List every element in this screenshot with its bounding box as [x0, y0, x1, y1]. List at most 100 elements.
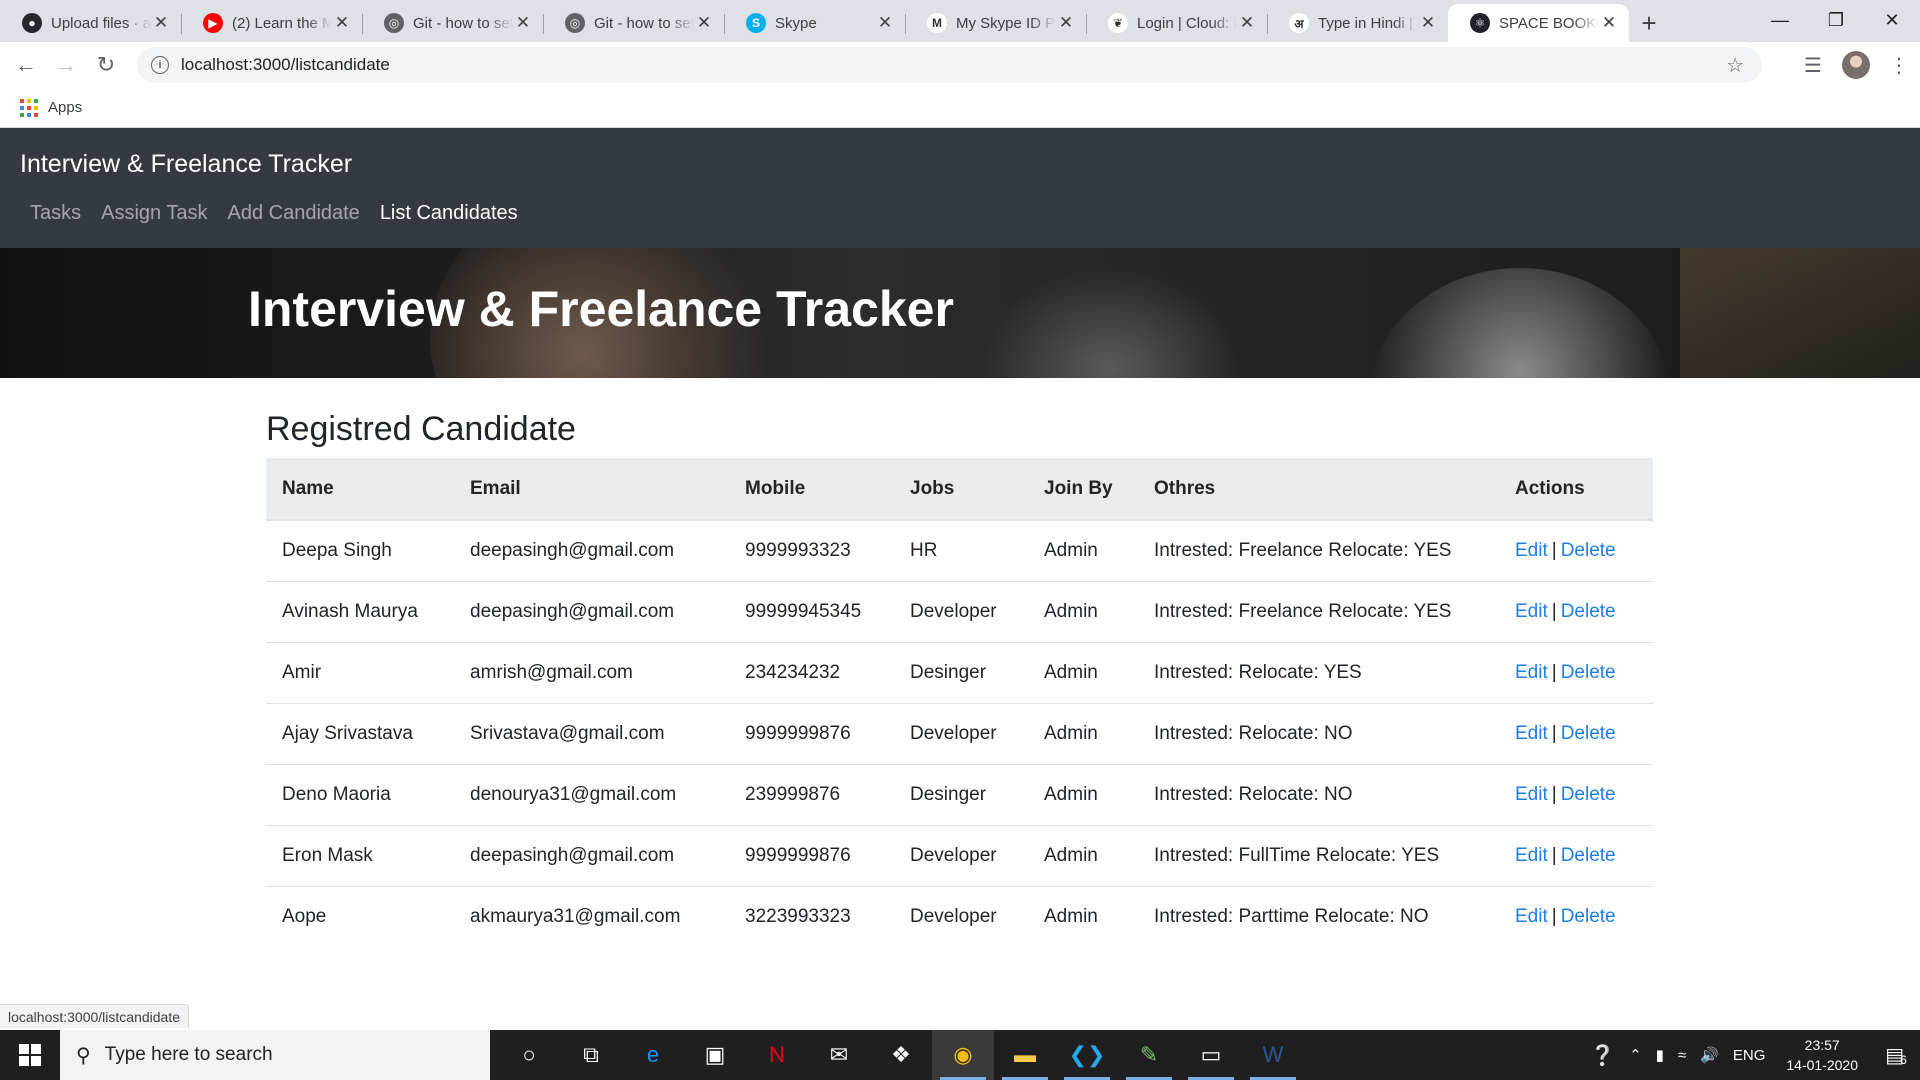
notification-center-icon[interactable]: ▤ 6	[1872, 1043, 1920, 1068]
menu-kebab-icon[interactable]: ⋮	[1878, 53, 1920, 78]
netflix-icon[interactable]: N	[746, 1030, 808, 1080]
media-control-icon[interactable]: ☰	[1792, 53, 1834, 78]
paint-icon[interactable]: ✎	[1118, 1030, 1180, 1080]
column-header-name: Name	[266, 458, 454, 521]
profile-avatar[interactable]	[1842, 51, 1870, 79]
column-header-mobile: Mobile	[729, 458, 894, 521]
edit-link[interactable]: Edit	[1515, 723, 1548, 744]
browser-tab[interactable]: ● Upload files · afzal✕	[0, 4, 181, 42]
globe-icon: ◎	[384, 13, 404, 33]
clock[interactable]: 23:57 14-01-2020	[1772, 1035, 1872, 1075]
volume-icon[interactable]: 🔊	[1693, 1046, 1726, 1064]
delete-link[interactable]: Delete	[1561, 784, 1616, 805]
nav-link-list-candidates[interactable]: List Candidates	[370, 202, 528, 225]
navbar-brand[interactable]: Interview & Freelance Tracker	[20, 150, 352, 179]
back-arrow-icon[interactable]: ←	[6, 47, 46, 83]
taskbar-search[interactable]: ⚲ Type here to search	[60, 1030, 490, 1080]
tab-title: Login | Cloud: MongoDB	[1137, 14, 1237, 32]
edge-icon[interactable]: e	[622, 1030, 684, 1080]
youtube-icon: ▶	[203, 13, 223, 33]
tab-close-icon[interactable]: ✕	[513, 13, 533, 33]
clock-time: 23:57	[1804, 1037, 1840, 1053]
tab-close-icon[interactable]: ✕	[1418, 13, 1438, 33]
vscode-icon[interactable]: ❮❯	[1056, 1030, 1118, 1080]
chrome-icon[interactable]: ◉	[932, 1030, 994, 1080]
browser-tab[interactable]: ◎ Git - how to set up✕	[362, 4, 543, 42]
candidates-table: Name Email Mobile Jobs Join By Othres Ac…	[266, 458, 1653, 947]
wifi-icon[interactable]: ≈	[1671, 1047, 1693, 1064]
column-header-jobs: Jobs	[894, 458, 1028, 521]
tab-close-icon[interactable]: ✕	[151, 13, 171, 33]
cell-join-by: Admin	[1028, 763, 1138, 825]
cell-jobs: Developer	[894, 824, 1028, 886]
nav-link-tasks[interactable]: Tasks	[20, 202, 91, 225]
cell-name: Eron Mask	[266, 824, 454, 886]
cell-join-by: Admin	[1044, 539, 1098, 561]
browser-tab[interactable]: M My Skype ID Password✕	[905, 4, 1086, 42]
edit-link[interactable]: Edit	[1515, 601, 1548, 622]
edit-link[interactable]: Edit	[1515, 784, 1548, 805]
nav-link-assign-task[interactable]: Assign Task	[91, 202, 217, 225]
address-url[interactable]: localhost:3000/listcandidate	[181, 55, 390, 75]
apps-grid-icon[interactable]	[20, 98, 38, 117]
delete-link[interactable]: Delete	[1561, 845, 1616, 866]
edit-link[interactable]: Edit	[1515, 845, 1548, 866]
window-controls: — ❐ ✕	[1752, 0, 1920, 40]
cell-email: Srivastava@gmail.com	[454, 702, 729, 764]
reload-icon[interactable]: ↻	[86, 47, 126, 83]
start-button[interactable]	[0, 1030, 60, 1080]
cell-name: Deepa Singh	[282, 539, 392, 561]
minimize-icon[interactable]: —	[1752, 0, 1808, 40]
browser-tab[interactable]: ⚛ SPACE BOOKING✕	[1448, 4, 1629, 42]
column-header-others: Othres	[1138, 458, 1499, 521]
apps-bookmark[interactable]: Apps	[48, 99, 82, 116]
column-header-join-by: Join By	[1028, 458, 1138, 521]
taskbar-search-placeholder[interactable]: Type here to search	[105, 1044, 273, 1066]
close-window-icon[interactable]: ✕	[1864, 0, 1920, 40]
browser-tab[interactable]: S Skype ✕	[724, 4, 905, 42]
bookmark-star-icon[interactable]: ☆	[1726, 53, 1744, 78]
tab-close-icon[interactable]: ✕	[332, 13, 352, 33]
file-explorer-icon[interactable]: ▬	[994, 1030, 1056, 1080]
chevron-up-icon[interactable]: ⌃	[1622, 1046, 1649, 1064]
tab-close-icon[interactable]: ✕	[875, 13, 895, 33]
language-indicator[interactable]: ENG	[1726, 1047, 1773, 1064]
new-tab-button[interactable]: +	[1629, 4, 1669, 42]
address-bar[interactable]: i localhost:3000/listcandidate ☆	[137, 47, 1762, 83]
nav-link-add-candidate[interactable]: Add Candidate	[217, 202, 369, 225]
delete-link[interactable]: Delete	[1561, 601, 1616, 622]
tab-close-icon[interactable]: ✕	[694, 13, 714, 33]
search-icon: ⚲	[76, 1044, 91, 1067]
site-info-icon[interactable]: i	[151, 56, 169, 74]
tab-close-icon[interactable]: ✕	[1599, 13, 1619, 33]
battery-icon[interactable]: ▮	[1649, 1046, 1671, 1064]
edit-link[interactable]: Edit	[1515, 540, 1548, 561]
mail-icon[interactable]: ✉	[808, 1030, 870, 1080]
cell-actions: Edit | Delete	[1499, 580, 1653, 642]
browser-tab[interactable]: ▶ (2) Learn the MERN✕	[181, 4, 362, 42]
delete-link[interactable]: Delete	[1561, 906, 1616, 927]
edit-link[interactable]: Edit	[1515, 906, 1548, 927]
tab-close-icon[interactable]: ✕	[1056, 13, 1076, 33]
edit-link[interactable]: Edit	[1515, 662, 1548, 683]
cell-others: Intrested: Relocate: YES	[1138, 641, 1499, 703]
browser-tab[interactable]: ◎ Git - how to set up✕	[543, 4, 724, 42]
tab-close-icon[interactable]: ✕	[1237, 13, 1257, 33]
tab-title: (2) Learn the MERN	[232, 14, 332, 32]
browser-tab[interactable]: ❦ Login | Cloud: MongoDB✕	[1086, 4, 1267, 42]
delete-link[interactable]: Delete	[1561, 662, 1616, 683]
help-icon[interactable]: ❔	[1583, 1043, 1622, 1068]
store-icon[interactable]: ▣	[684, 1030, 746, 1080]
cell-others: Intrested: Freelance Relocate: YES	[1154, 539, 1452, 561]
dropbox-icon[interactable]: ❖	[870, 1030, 932, 1080]
browser-tab[interactable]: अ Type in Hindi | Hindi✕	[1267, 4, 1448, 42]
forward-arrow-icon[interactable]: →	[46, 47, 86, 83]
terminal-icon[interactable]: ▭	[1180, 1030, 1242, 1080]
task-view-icon[interactable]: ⧉	[560, 1030, 622, 1080]
cell-actions: Edit | Delete	[1499, 824, 1653, 886]
cortana-icon[interactable]: ○	[498, 1030, 560, 1080]
word-icon[interactable]: W	[1242, 1030, 1304, 1080]
delete-link[interactable]: Delete	[1561, 540, 1616, 561]
maximize-icon[interactable]: ❐	[1808, 0, 1864, 40]
delete-link[interactable]: Delete	[1561, 723, 1616, 744]
